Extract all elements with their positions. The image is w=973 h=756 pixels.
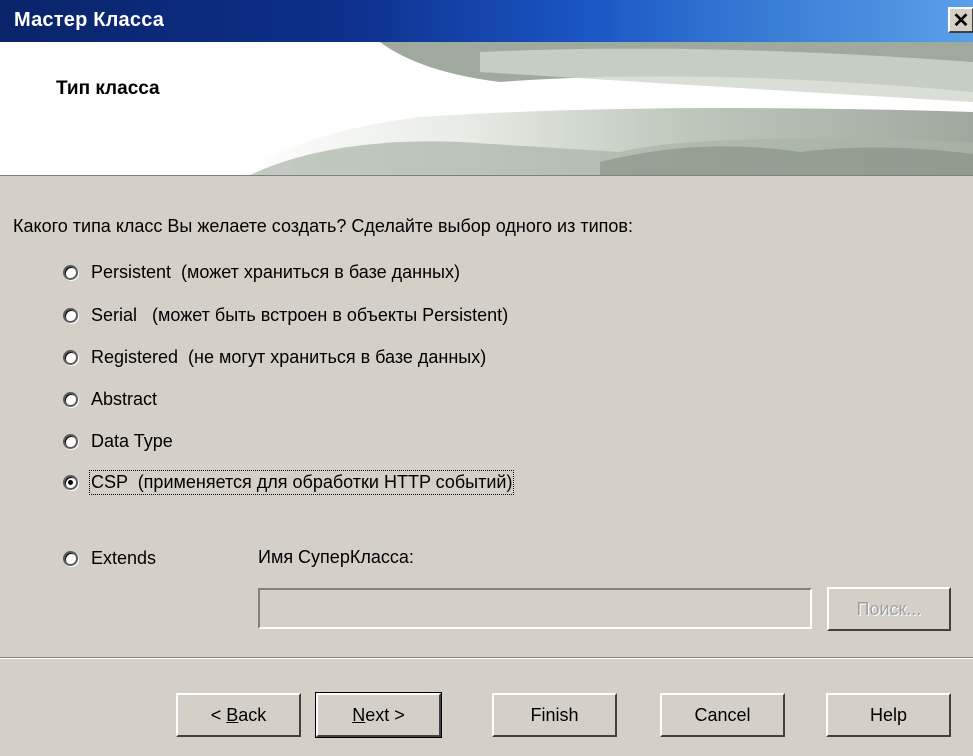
question-text: Какого типа класс Вы желаете создать? Сд… (13, 216, 633, 236)
cancel-button[interactable]: Cancel (660, 693, 785, 737)
option-csp[interactable]: CSP (применяется для обработки HTTP собы… (63, 470, 515, 495)
search-button[interactable]: Поиск... (827, 587, 951, 631)
help-button[interactable]: Help (826, 693, 951, 737)
next-rest: ext > (365, 704, 405, 725)
option-abstract[interactable]: Abstract (63, 389, 157, 410)
option-serial-label: Serial (может быть встроен в объекты Per… (91, 305, 509, 325)
footer-divider (0, 657, 973, 659)
radio-registered[interactable] (63, 350, 78, 365)
option-registered-label: Registered (не могут храниться в базе да… (91, 347, 487, 367)
radio-persistent[interactable] (63, 265, 78, 280)
radio-abstract[interactable] (63, 392, 78, 407)
option-csp-label: CSP (применяется для обработки HTTP собы… (88, 470, 515, 495)
title-bar[interactable]: Мастер Класса ✕ (0, 0, 973, 42)
finish-button[interactable]: Finish (492, 693, 617, 737)
back-mnemonic: B (226, 704, 239, 725)
option-data-type-label: Data Type (91, 431, 173, 451)
radio-serial[interactable] (63, 308, 78, 323)
option-data-type[interactable]: Data Type (63, 431, 173, 452)
superclass-label: Имя СуперКласса: (258, 547, 414, 567)
option-serial[interactable]: Serial (может быть встроен в объекты Per… (63, 305, 508, 326)
header-banner-image (240, 42, 973, 175)
option-extends[interactable]: Extends (63, 548, 156, 569)
back-rest: ack (238, 704, 267, 725)
close-icon: ✕ (952, 9, 970, 32)
radio-csp[interactable] (63, 475, 78, 490)
back-prefix: < (210, 704, 227, 725)
next-button[interactable]: Next > (315, 692, 442, 738)
option-persistent[interactable]: Persistent (может храниться в базе данны… (63, 262, 460, 283)
option-extends-label: Extends (91, 548, 157, 568)
radio-extends[interactable] (63, 551, 78, 566)
back-button[interactable]: < Back (176, 693, 301, 737)
next-mnemonic: N (352, 704, 366, 725)
header-title: Тип класса (56, 78, 160, 99)
superclass-input[interactable] (258, 588, 812, 629)
wizard-header: Тип класса (0, 42, 973, 176)
radio-data-type[interactable] (63, 434, 78, 449)
option-persistent-label: Persistent (может храниться в базе данны… (91, 262, 460, 282)
window-title: Мастер Класса (14, 9, 165, 31)
close-button[interactable]: ✕ (948, 7, 973, 33)
option-registered[interactable]: Registered (не могут храниться в базе да… (63, 347, 486, 368)
option-abstract-label: Abstract (91, 389, 158, 409)
